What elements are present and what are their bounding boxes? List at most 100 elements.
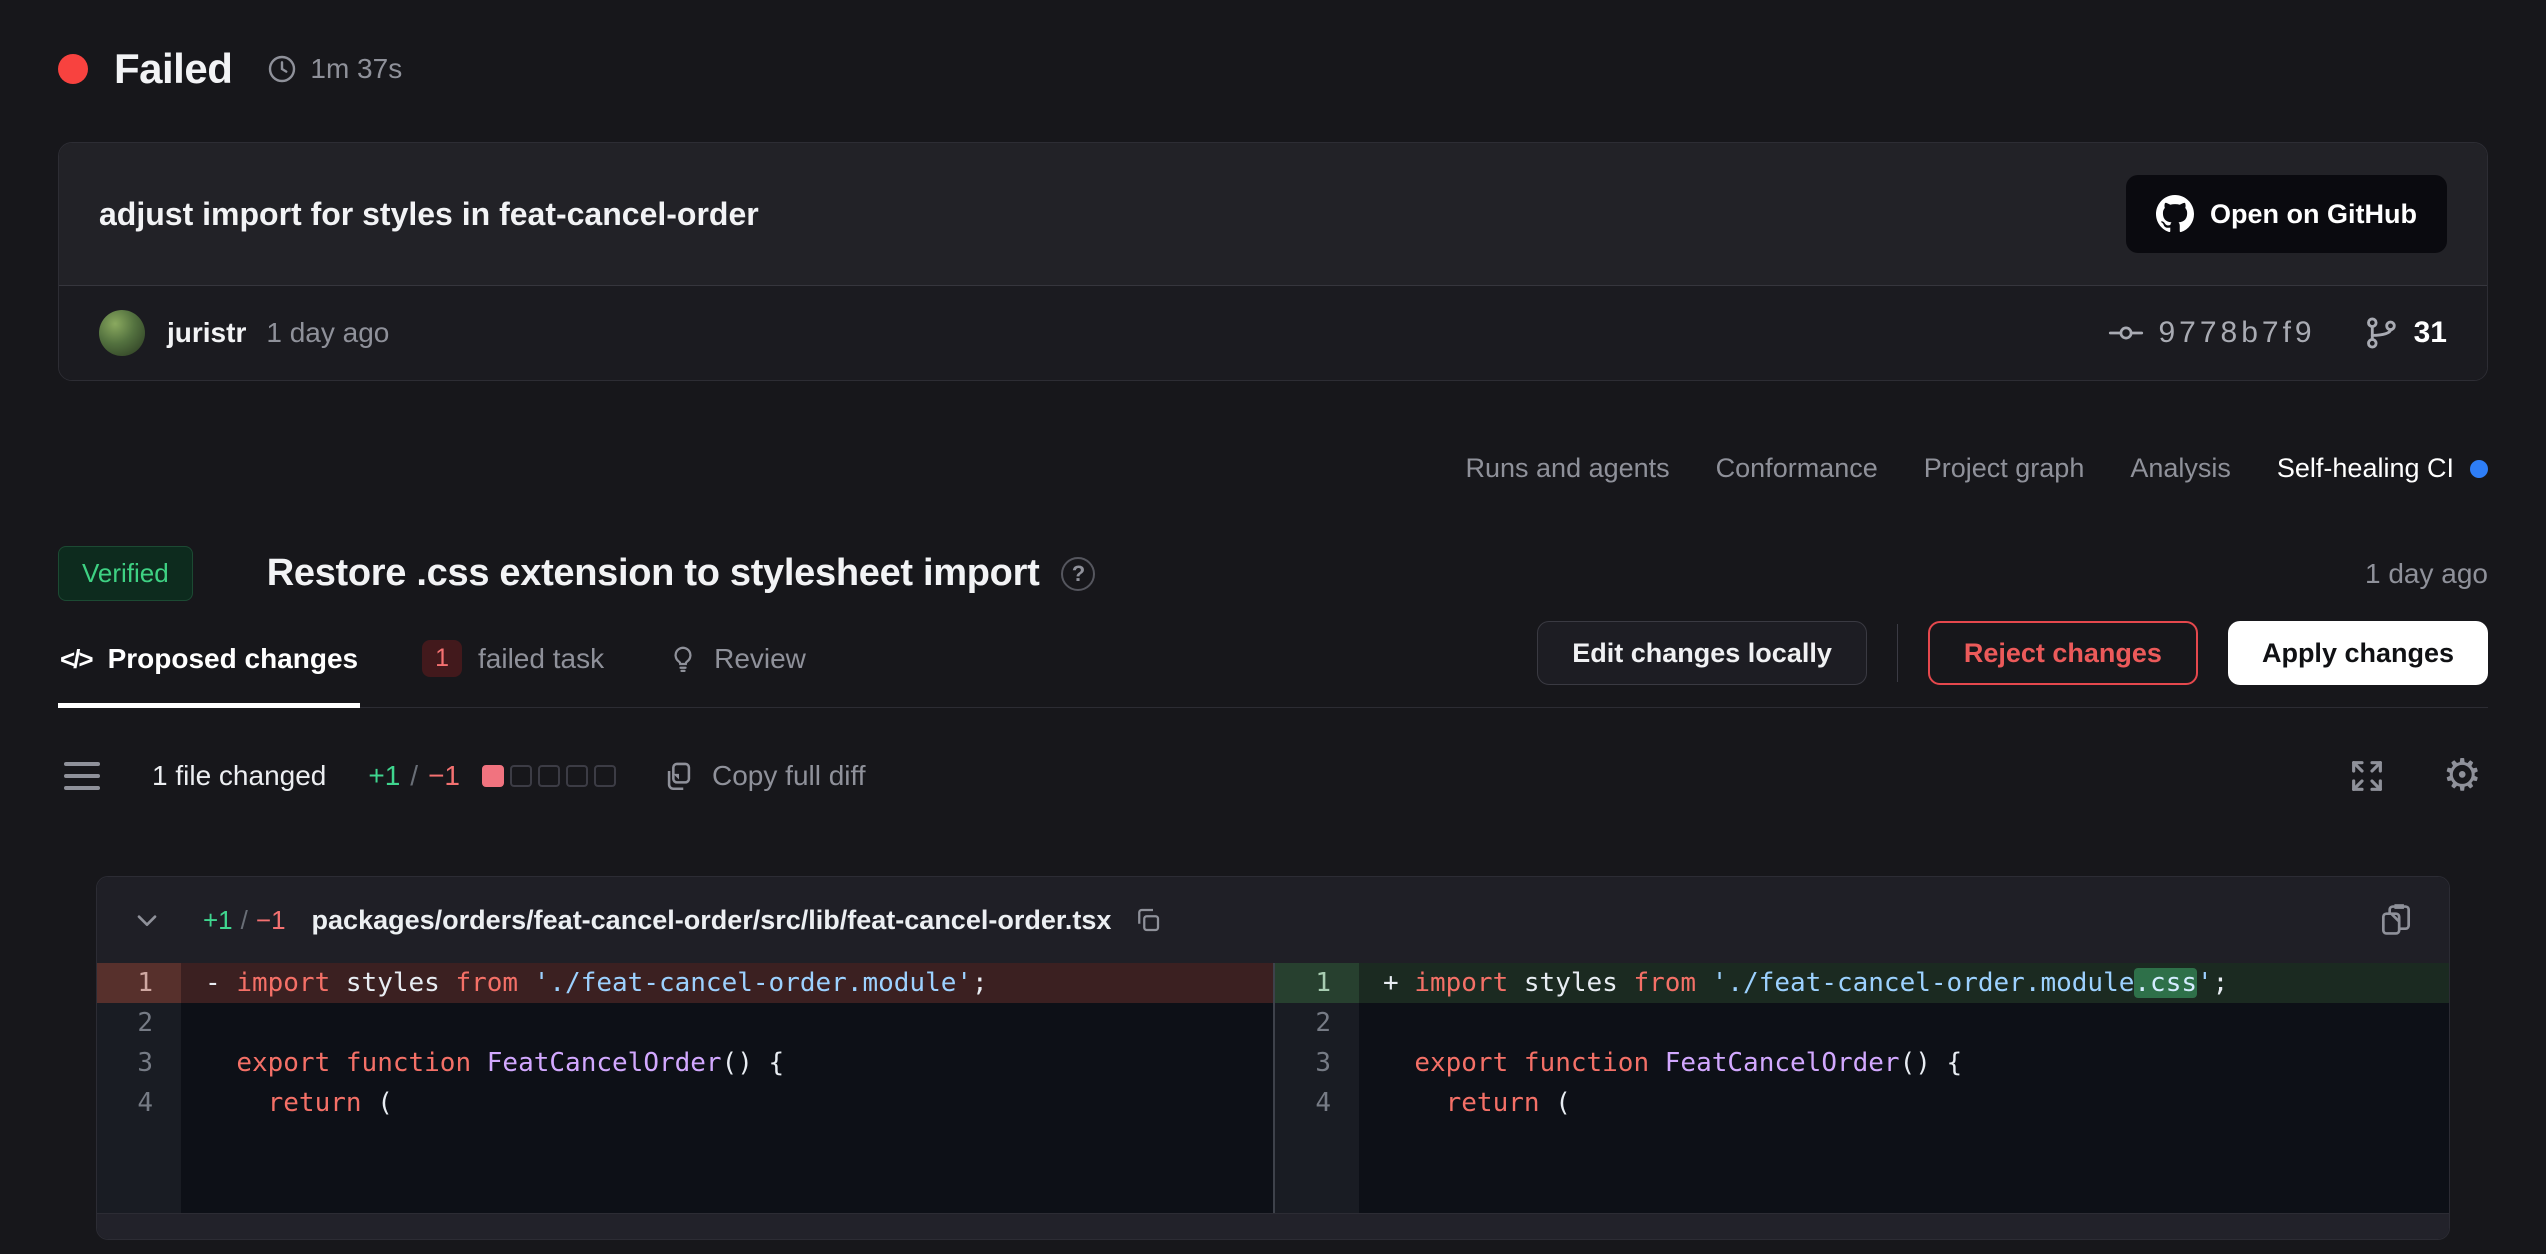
gear-icon[interactable]: ⚙ [2443,754,2482,798]
diff-toolbar: 1 file changed +1 / −1 Copy full diff [58,754,2488,798]
notification-dot-icon [2470,460,2488,478]
open-on-github-button[interactable]: Open on GitHub [2126,175,2447,253]
tab-failed-task[interactable]: 1 failed task [420,626,606,707]
code-content: export function FeatCancelOrder() { [181,1043,1273,1083]
diffstat: +1 / −1 [368,760,460,792]
commit-author: juristr [167,317,246,349]
copy-full-diff-button[interactable]: Copy full diff [662,759,866,793]
stat-square-empty [510,765,532,787]
diff-stat-squares [482,765,616,787]
fix-time-ago: 1 day ago [2365,558,2488,590]
files-changed-label: 1 file changed [152,760,326,792]
tab-label: Review [714,643,806,675]
commit-icon [2108,315,2144,351]
file-additions: +1 [203,905,233,936]
git-branch-icon [2362,314,2400,352]
code-content [181,1003,1273,1043]
tab-label: failed task [478,643,604,675]
copy-full-diff-label: Copy full diff [712,760,866,792]
diff-pane-old: 1- import styles from './feat-cancel-ord… [97,963,1273,1213]
nav-item-analysis[interactable]: Analysis [2130,453,2231,484]
line-number: 1 [1275,963,1359,1003]
open-on-github-label: Open on GitHub [2210,199,2417,230]
code-content: export function FeatCancelOrder() { [1359,1043,2449,1083]
line-number: 1 [97,963,181,1003]
diffstat-separator: / [410,760,418,792]
tabs: </> Proposed changes 1 failed task Revie… [58,626,1537,707]
line-number: 3 [1275,1043,1359,1083]
tabs-row: </> Proposed changes 1 failed task Revie… [58,621,2488,708]
file-deletions: −1 [256,905,286,936]
clock-icon [266,53,298,85]
stat-square-empty [594,765,616,787]
fullscreen-icon[interactable] [2347,756,2387,796]
run-status-row: Failed 1m 37s [58,46,2488,92]
diff-card-footer [97,1213,2449,1239]
stat-square-empty [566,765,588,787]
nav-item-conformance[interactable]: Conformance [1716,453,1878,484]
help-icon[interactable]: ? [1061,557,1095,591]
nav-item-project-graph[interactable]: Project graph [1924,453,2085,484]
diff-pane-new: 1+ import styles from './feat-cancel-ord… [1273,963,2449,1213]
failed-count-badge: 1 [422,640,462,677]
lightbulb-icon [668,644,698,674]
edit-changes-locally-button[interactable]: Edit changes locally [1537,621,1867,685]
line-number: 3 [97,1043,181,1083]
tab-label: Proposed changes [108,643,359,675]
copy-path-icon[interactable] [1133,905,1163,935]
nav-item-label: Self-healing CI [2277,453,2454,484]
branch-count-wrap: 31 [2362,314,2447,352]
line-number: 4 [97,1083,181,1123]
commit-time-ago: 1 day ago [266,317,389,349]
failed-status-dot-icon [58,54,88,84]
diff-line: 2 [97,1003,1273,1043]
diff-file-header: +1 / −1 packages/orders/feat-cancel-orde… [97,877,2449,963]
commit-meta-row: juristr 1 day ago 9778b7f9 [59,285,2487,380]
copy-file-contents-icon[interactable] [2377,901,2415,939]
code-content [1359,1003,2449,1043]
run-status-label: Failed [114,45,232,93]
diff-line: 3 export function FeatCancelOrder() { [97,1043,1273,1083]
commit-card-header: adjust import for styles in feat-cancel-… [59,143,2487,285]
fix-header: Verified Restore .css extension to style… [58,546,2488,601]
collapse-chevron-icon[interactable] [131,904,163,936]
code-content: return ( [1359,1083,2449,1123]
author-avatar [99,310,145,356]
line-number: 2 [97,1003,181,1043]
diff-body: 1- import styles from './feat-cancel-ord… [97,963,2449,1213]
page: Failed 1m 37s adjust import for styles i… [0,0,2546,1240]
diff-line: 1- import styles from './feat-cancel-ord… [97,963,1273,1003]
diff-card: +1 / −1 packages/orders/feat-cancel-orde… [96,876,2450,1240]
change-actions: Edit changes locally Reject changes Appl… [1537,621,2488,707]
stat-square-filled [482,765,504,787]
reject-changes-button[interactable]: Reject changes [1928,621,2198,685]
apply-changes-button[interactable]: Apply changes [2228,621,2488,685]
top-nav: Runs and agents Conformance Project grap… [58,453,2488,484]
diff-line: 2 [1275,1003,2449,1043]
line-number: 2 [1275,1003,1359,1043]
file-diffstat: +1 / −1 [203,905,286,936]
commit-sha-wrap[interactable]: 9778b7f9 [2108,315,2315,351]
nav-item-runs-and-agents[interactable]: Runs and agents [1466,453,1670,484]
code-content: return ( [181,1083,1273,1123]
additions-count: +1 [368,760,400,792]
tab-proposed-changes[interactable]: </> Proposed changes [58,626,360,708]
commit-meta-right: 9778b7f9 31 [2108,314,2447,352]
branch-count: 31 [2414,316,2447,350]
github-icon [2156,195,2194,233]
file-diffstat-separator: / [241,905,248,936]
code-content: - import styles from './feat-cancel-orde… [181,963,1273,1003]
commit-title: adjust import for styles in feat-cancel-… [99,196,759,233]
diff-filler [97,1123,1273,1213]
run-duration: 1m 37s [310,53,402,85]
actions-divider [1897,624,1898,682]
stat-square-empty [538,765,560,787]
commit-card: adjust import for styles in feat-cancel-… [58,142,2488,381]
commit-sha: 9778b7f9 [2158,316,2315,350]
code-content: + import styles from './feat-cancel-orde… [1359,963,2449,1003]
diff-filler [1275,1123,2449,1213]
file-list-menu-icon[interactable] [64,762,100,790]
nav-item-self-healing-ci[interactable]: Self-healing CI [2277,453,2488,484]
tab-review[interactable]: Review [666,626,808,707]
diff-line: 4 return ( [97,1083,1273,1123]
